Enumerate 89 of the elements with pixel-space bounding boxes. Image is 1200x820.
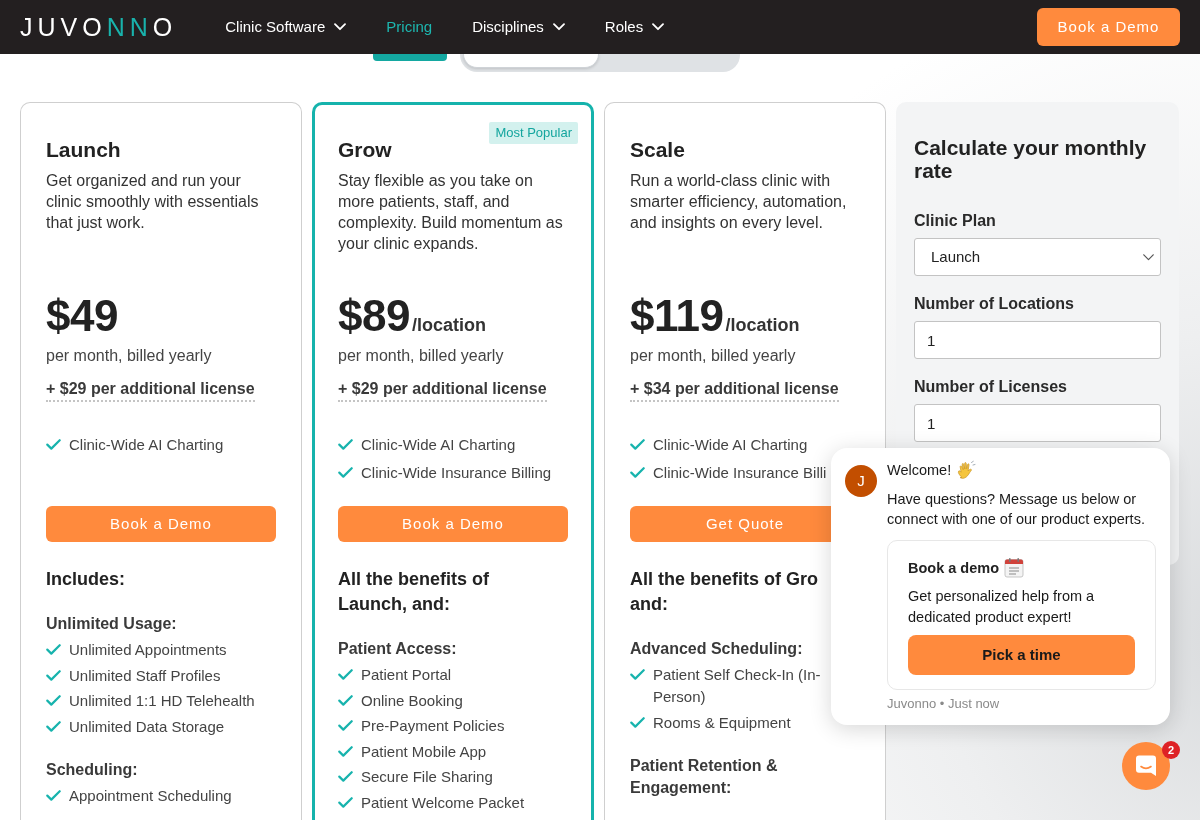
billing-note: per month, billed yearly bbox=[46, 346, 213, 366]
chat-launcher-button[interactable] bbox=[1122, 742, 1170, 790]
plan-select[interactable]: Launch bbox=[914, 238, 1161, 276]
feature-text: Clinic-Wide Insurance Billing bbox=[361, 462, 552, 483]
feature-text: Appointment Scheduling bbox=[69, 785, 232, 806]
pick-time-button[interactable]: Pick a time bbox=[908, 635, 1135, 675]
chat-meta: Juvonno • Just now bbox=[887, 695, 1001, 713]
license-note: + $34 per additional license bbox=[630, 378, 839, 402]
group-title: Patient Retention & Engagement: bbox=[630, 755, 779, 798]
feature-text: Patient Self Check-In (In-Person) bbox=[653, 665, 822, 707]
price-unit: /location bbox=[725, 314, 800, 337]
field-label: Number of Locations bbox=[914, 294, 1075, 314]
plan-name: Grow bbox=[338, 138, 393, 162]
check-icon bbox=[338, 771, 353, 782]
field-label: Clinic Plan bbox=[914, 211, 997, 231]
feature-text: Online Booking bbox=[361, 690, 463, 711]
check-icon bbox=[630, 439, 645, 450]
popular-label: Most Popular bbox=[489, 122, 578, 144]
chat-message: Have questions? Message us below or connect with one of our product experts. bbox=[887, 490, 1146, 529]
feature-text: Pre-Payment Policies bbox=[361, 716, 505, 736]
check-icon bbox=[338, 745, 353, 757]
check-icon bbox=[46, 669, 61, 681]
feature-text: Patient Welcome Packet bbox=[361, 792, 525, 813]
feature-text: Unlimited Data Storage bbox=[69, 716, 225, 737]
group-title: Patient Access: bbox=[338, 639, 458, 659]
waving-hand-icon bbox=[956, 460, 977, 480]
field-label: Number of Licenses bbox=[914, 377, 1068, 397]
section-heading: All the benefits of Launch, and: bbox=[338, 568, 490, 616]
plan-description: Get organized and run your clinic smoothly with essentials that just work. bbox=[46, 171, 260, 233]
section-heading: All the benefits of Gro and: bbox=[630, 568, 819, 616]
nav-link[interactable]: Pricing bbox=[386, 15, 433, 39]
check-icon bbox=[46, 720, 61, 732]
check-icon bbox=[338, 796, 353, 808]
billing-note: per month, billed yearly bbox=[630, 346, 797, 366]
check-icon bbox=[338, 694, 353, 706]
check-icon bbox=[630, 669, 645, 680]
price-amount: $89 bbox=[338, 294, 410, 338]
check-icon bbox=[46, 644, 61, 655]
calendar-icon bbox=[1004, 557, 1025, 578]
feature-text: Unlimited 1:1 HD Telehealth bbox=[69, 691, 255, 711]
group-title: Unlimited Usage: bbox=[46, 614, 178, 634]
check-icon bbox=[338, 466, 353, 478]
feature-text: Patient Mobile App bbox=[361, 741, 487, 762]
plan-description: Run a world-class clinic with smarter efficiency, automation, and insights on every level. bbox=[630, 171, 848, 233]
feature-text: Unlimited Appointments bbox=[69, 640, 227, 660]
demo-card-text: Get personalized help from a dedicated product expert! bbox=[908, 587, 1096, 627]
feature-text: Clinic-Wide Insurance Billi bbox=[653, 462, 827, 483]
feature-text: Patient Portal bbox=[361, 665, 452, 685]
chevron-down-icon bbox=[1143, 253, 1154, 261]
feature-text: Clinic-Wide AI Charting bbox=[69, 435, 224, 455]
avatar: J bbox=[845, 465, 877, 497]
feature-text: Clinic-Wide AI Charting bbox=[361, 435, 516, 455]
brand-logo: JUVO NN O bbox=[20, 14, 178, 40]
plan-description: Stay flexible as you take on more patients, staff, and complexity. Build momentum as your clinic expands. bbox=[338, 171, 564, 254]
check-icon bbox=[630, 716, 645, 728]
unread-count: 2 bbox=[1162, 741, 1180, 759]
billing-note: per month, billed yearly bbox=[338, 346, 505, 366]
price-amount: $49 bbox=[46, 294, 118, 338]
chat-bubble-icon bbox=[1135, 754, 1157, 778]
price-amount: $119 bbox=[630, 294, 724, 338]
group-title: Scheduling: bbox=[46, 759, 139, 780]
license-note: + $29 per additional license bbox=[46, 378, 255, 402]
section-heading: Includes: bbox=[46, 568, 126, 591]
check-icon bbox=[46, 695, 61, 706]
plan-name: Scale bbox=[630, 138, 686, 162]
number-input[interactable]: 1 bbox=[914, 321, 1161, 359]
feature-text: Rooms & Equipment bbox=[653, 712, 791, 733]
group-title: Advanced Scheduling: bbox=[630, 639, 804, 659]
plan-name: Launch bbox=[46, 138, 122, 162]
check-icon bbox=[630, 466, 645, 478]
nav-link[interactable]: Disciplines bbox=[472, 15, 565, 39]
check-icon bbox=[46, 789, 61, 801]
nav-link[interactable]: Clinic Software bbox=[225, 15, 347, 39]
feature-text: Unlimited Staff Profiles bbox=[69, 665, 221, 686]
price-unit: /location bbox=[411, 314, 486, 337]
calculator-title: Calculate your monthly rate bbox=[914, 136, 1148, 182]
check-icon bbox=[338, 439, 353, 450]
feature-text: Secure File Sharing bbox=[361, 767, 493, 787]
billing-toggle[interactable] bbox=[460, 54, 740, 72]
nav-link[interactable]: Roles bbox=[604, 15, 665, 39]
toggle-thumb[interactable] bbox=[463, 54, 599, 68]
number-input[interactable]: 1 bbox=[914, 404, 1161, 442]
check-icon bbox=[338, 720, 353, 731]
license-note: + $29 per additional license bbox=[338, 378, 547, 402]
check-icon bbox=[46, 439, 61, 450]
welcome-text: Welcome! bbox=[887, 461, 952, 480]
demo-card-title: Book a demo bbox=[908, 558, 1000, 578]
check-icon bbox=[338, 669, 353, 680]
feature-text: Clinic-Wide AI Charting bbox=[653, 435, 808, 455]
